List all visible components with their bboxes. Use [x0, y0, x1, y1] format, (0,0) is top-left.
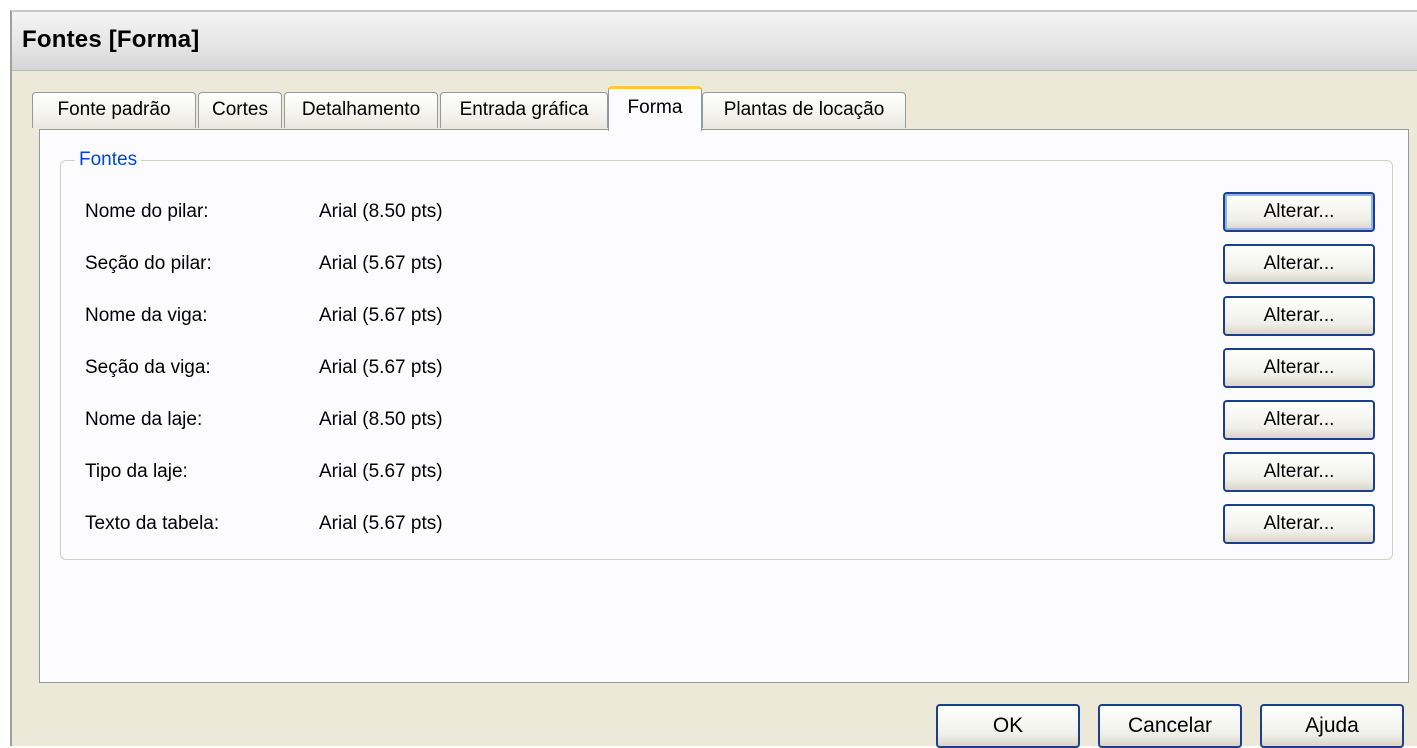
- font-row-label: Texto da tabela:: [85, 513, 220, 534]
- font-row-label: Nome do pilar:: [85, 201, 209, 222]
- fonts-group-legend: Fontes: [75, 149, 142, 171]
- font-row-label: Tipo da laje:: [85, 461, 188, 482]
- alter-button[interactable]: Alterar...: [1223, 400, 1375, 440]
- ok-button[interactable]: OK: [936, 704, 1080, 748]
- font-row-value: Arial (8.50 pts): [319, 201, 443, 222]
- font-row-value: Arial (8.50 pts): [319, 409, 443, 430]
- font-row-label: Nome da viga:: [85, 305, 208, 326]
- font-row-label: Seção da viga:: [85, 357, 211, 378]
- tab-forma[interactable]: Forma: [608, 86, 702, 131]
- alter-button[interactable]: Alterar...: [1223, 452, 1375, 492]
- alter-button[interactable]: Alterar...: [1223, 348, 1375, 388]
- tab-entrada-grafica[interactable]: Entrada gráfica: [440, 92, 608, 128]
- tab-detalhamento[interactable]: Detalhamento: [284, 92, 438, 128]
- alter-button[interactable]: Alterar...: [1223, 192, 1375, 232]
- dialog-window: Fontes [Forma] Fonte padrão Cortes Detal…: [10, 10, 1417, 748]
- font-row-value: Arial (5.67 pts): [319, 513, 443, 534]
- font-row-value: Arial (5.67 pts): [319, 357, 443, 378]
- tab-fonte-padrao[interactable]: Fonte padrão: [32, 92, 196, 128]
- font-row-value: Arial (5.67 pts): [319, 305, 443, 326]
- alter-button[interactable]: Alterar...: [1223, 244, 1375, 284]
- title-bar[interactable]: Fontes [Forma]: [12, 12, 1417, 71]
- alter-button[interactable]: Alterar...: [1223, 296, 1375, 336]
- font-row-label: Nome da laje:: [85, 409, 203, 430]
- help-button[interactable]: Ajuda: [1260, 704, 1404, 748]
- fonts-groupbox: Fontes Nome do pilar: Arial (8.50 pts) A…: [60, 149, 1393, 560]
- font-row-value: Arial (5.67 pts): [319, 253, 443, 274]
- font-row-label: Seção do pilar:: [85, 253, 212, 274]
- tab-cortes[interactable]: Cortes: [198, 92, 282, 128]
- font-row-value: Arial (5.67 pts): [319, 461, 443, 482]
- tab-panel-forma: Fontes Nome do pilar: Arial (8.50 pts) A…: [39, 129, 1409, 683]
- tab-plantas-de-locacao[interactable]: Plantas de locação: [702, 92, 906, 128]
- alter-button[interactable]: Alterar...: [1223, 504, 1375, 544]
- cancel-button[interactable]: Cancelar: [1098, 704, 1242, 748]
- dialog-title: Fontes [Forma]: [22, 26, 200, 53]
